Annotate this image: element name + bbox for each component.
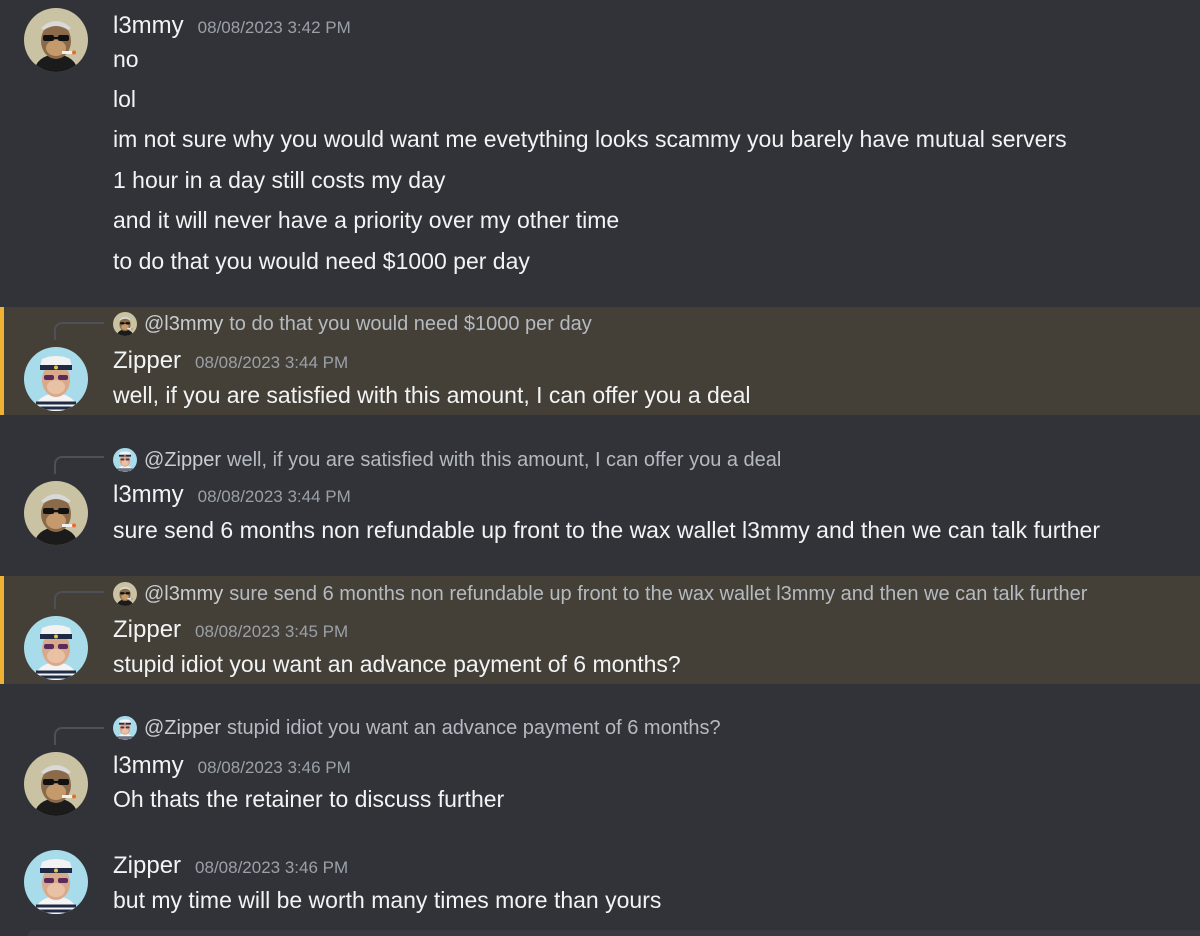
timestamp: 08/08/2023 3:42 PM xyxy=(197,18,351,37)
message-line: well, if you are satisfied with this amo… xyxy=(113,382,751,408)
username[interactable]: Zipper xyxy=(113,347,181,375)
message-header: Zipper 08/08/2023 3:44 PM xyxy=(113,347,348,375)
message: @Zipper stupid idiot you want an advance… xyxy=(0,712,1200,822)
reply-text: stupid idiot you want an advance payment… xyxy=(227,716,721,739)
timestamp: 08/08/2023 3:45 PM xyxy=(195,622,349,641)
reply-preview[interactable]: @l3mmy sure send 6 months non refundable… xyxy=(113,580,1087,608)
reply-username[interactable]: @Zipper xyxy=(144,449,221,472)
mention-highlight-bar xyxy=(0,576,4,684)
timestamp: 08/08/2023 3:44 PM xyxy=(197,487,351,506)
message-mentioned: @l3mmy to do that you would need $1000 p… xyxy=(0,307,1200,415)
ape-avatar-icon xyxy=(113,312,137,336)
reply-text: to do that you would need $1000 per day xyxy=(229,312,592,335)
message-line: no xyxy=(113,46,139,72)
message: @Zipper well, if you are satisfied with … xyxy=(0,441,1200,551)
reply-text: sure send 6 months non refundable up fro… xyxy=(229,582,1088,605)
username[interactable]: Zipper xyxy=(113,616,181,644)
ape-sailor-avatar-icon[interactable] xyxy=(24,616,88,680)
username[interactable]: l3mmy xyxy=(113,12,184,40)
message: l3mmy 08/08/2023 3:42 PM no lol im not s… xyxy=(0,0,1200,298)
username[interactable]: l3mmy xyxy=(113,752,184,780)
ape-sailor-avatar-icon[interactable] xyxy=(24,347,88,411)
message-header: l3mmy 08/08/2023 3:44 PM xyxy=(113,481,351,509)
reply-connector xyxy=(54,322,104,340)
message-input-edge xyxy=(28,930,1200,936)
ape-avatar-icon xyxy=(113,582,137,606)
username[interactable]: l3mmy xyxy=(113,481,184,509)
message-line: and it will never have a priority over m… xyxy=(113,207,620,233)
message-line: Oh thats the retainer to discuss further xyxy=(113,786,505,812)
chat-message-list[interactable]: l3mmy 08/08/2023 3:42 PM no lol im not s… xyxy=(0,0,1200,936)
message-line: but my time will be worth many times mor… xyxy=(113,887,662,913)
ape-sailor-avatar-icon xyxy=(113,448,137,472)
message-line: sure send 6 months non refundable up fro… xyxy=(113,517,1101,543)
ape-sailor-avatar-icon xyxy=(113,716,137,740)
reply-connector xyxy=(54,456,104,474)
message-line: im not sure why you would want me evetyt… xyxy=(113,126,1067,152)
reply-preview[interactable]: @l3mmy to do that you would need $1000 p… xyxy=(113,310,592,338)
ape-sailor-avatar-icon[interactable] xyxy=(24,850,88,914)
reply-username[interactable]: @l3mmy xyxy=(144,313,223,336)
ape-avatar-icon[interactable] xyxy=(24,481,88,545)
reply-text: well, if you are satisfied with this amo… xyxy=(227,448,782,471)
reply-preview[interactable]: @Zipper well, if you are satisfied with … xyxy=(113,446,781,474)
message-mentioned: @l3mmy sure send 6 months non refundable… xyxy=(0,576,1200,684)
reply-connector xyxy=(54,591,104,609)
reply-username[interactable]: @Zipper xyxy=(144,717,221,740)
ape-avatar-icon[interactable] xyxy=(24,8,88,72)
username[interactable]: Zipper xyxy=(113,852,181,880)
timestamp: 08/08/2023 3:44 PM xyxy=(195,353,349,372)
message-header: Zipper 08/08/2023 3:45 PM xyxy=(113,616,348,644)
message-header: l3mmy 08/08/2023 3:42 PM xyxy=(113,12,351,40)
message-header: Zipper 08/08/2023 3:46 PM xyxy=(113,852,348,880)
message-line: lol xyxy=(113,86,137,112)
message-header: l3mmy 08/08/2023 3:46 PM xyxy=(113,752,351,780)
message-line: to do that you would need $1000 per day xyxy=(113,248,530,274)
reply-preview[interactable]: @Zipper stupid idiot you want an advance… xyxy=(113,714,721,742)
reply-connector xyxy=(54,727,104,745)
timestamp: 08/08/2023 3:46 PM xyxy=(195,858,349,877)
ape-avatar-icon[interactable] xyxy=(24,752,88,816)
reply-username[interactable]: @l3mmy xyxy=(144,583,223,606)
message-line: stupid idiot you want an advance payment… xyxy=(113,651,681,677)
message-line: 1 hour in a day still costs my day xyxy=(113,167,446,193)
mention-highlight-bar xyxy=(0,307,4,415)
timestamp: 08/08/2023 3:46 PM xyxy=(197,758,351,777)
message: Zipper 08/08/2023 3:46 PM but my time wi… xyxy=(0,840,1200,930)
